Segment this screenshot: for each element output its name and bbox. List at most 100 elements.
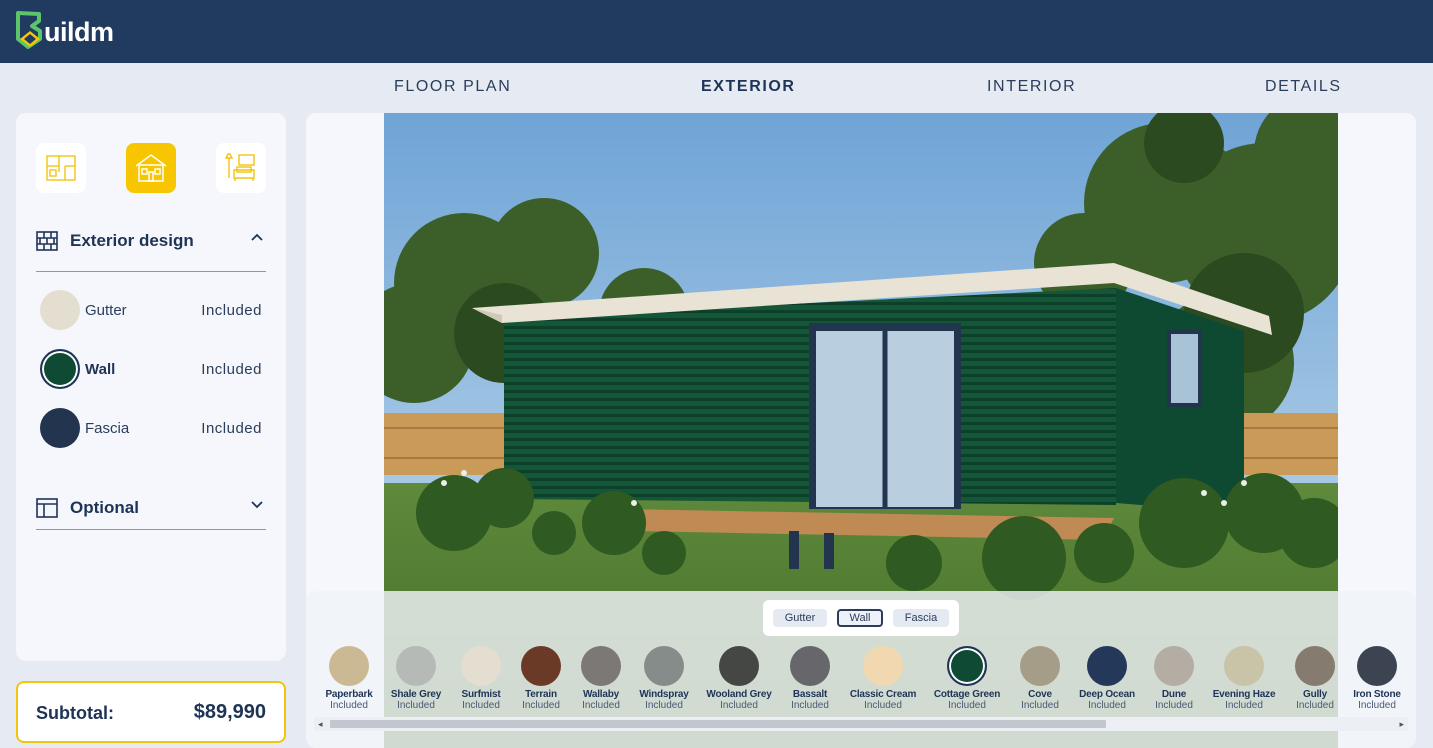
color-price: Included xyxy=(864,700,902,711)
option-label: Gutter xyxy=(85,301,127,319)
color-name: Iron Stone xyxy=(1353,689,1401,700)
color-price: Included xyxy=(1088,700,1126,711)
color-option[interactable]: Bassalt Included xyxy=(770,646,850,711)
option-price: Included xyxy=(201,301,262,319)
chevron-down-icon[interactable] xyxy=(250,499,264,509)
brand-logo[interactable]: uildm xyxy=(14,8,114,52)
color-price: Included xyxy=(1358,700,1396,711)
tab-details[interactable]: DETAILS xyxy=(1265,78,1342,96)
section-divider xyxy=(36,529,266,530)
color-dot xyxy=(461,646,501,686)
step-interior-button[interactable] xyxy=(216,143,266,193)
section-divider xyxy=(36,271,266,272)
part-pill-wall[interactable]: Wall xyxy=(837,609,883,627)
exterior-design-header[interactable]: Exterior design xyxy=(36,221,266,261)
wall-swatch xyxy=(40,349,80,389)
option-price: Included xyxy=(201,419,262,437)
color-name: Evening Haze xyxy=(1212,689,1276,700)
fascia-swatch xyxy=(40,408,80,448)
color-dot xyxy=(521,646,561,686)
color-dot xyxy=(581,646,621,686)
tab-floor-plan[interactable]: FLOOR PLAN xyxy=(394,78,511,96)
color-name: Dune xyxy=(1161,689,1187,700)
logo-mark-icon xyxy=(16,11,42,49)
color-dot xyxy=(1224,646,1264,686)
scrollbar-thumb[interactable] xyxy=(330,720,1106,728)
color-dot xyxy=(947,646,987,686)
color-option[interactable]: Dune Included xyxy=(1134,646,1214,711)
scroll-left-icon[interactable]: ◂ xyxy=(318,719,323,730)
color-option[interactable]: Evening Haze Included xyxy=(1204,646,1284,711)
color-price: Included xyxy=(462,700,500,711)
color-price: Included xyxy=(330,700,368,711)
optional-title: Optional xyxy=(70,498,139,517)
color-price: Included xyxy=(720,700,758,711)
color-name: Terrain xyxy=(525,689,557,700)
sidebar: Exterior design Gutter Included Wall Inc… xyxy=(16,113,286,661)
color-dot xyxy=(396,646,436,686)
part-pill-fascia[interactable]: Fascia xyxy=(893,609,949,627)
interior-living-icon xyxy=(224,153,255,181)
color-price: Included xyxy=(645,700,683,711)
top-header: uildm xyxy=(0,0,1433,63)
color-name: Cottage Green xyxy=(933,689,1001,700)
color-price: Included xyxy=(791,700,829,711)
color-price: Included xyxy=(397,700,435,711)
color-name: Paperbark xyxy=(325,689,373,700)
subtotal-box: Subtotal: $89,990 xyxy=(16,681,286,743)
color-dot xyxy=(1154,646,1194,686)
color-dot xyxy=(644,646,684,686)
part-pill-gutter[interactable]: Gutter xyxy=(773,609,827,627)
step-tabs: FLOOR PLAN EXTERIOR INTERIOR DETAILS xyxy=(0,78,1433,100)
color-name: Classic Cream xyxy=(849,689,917,700)
color-swatch-list: Paperbark Included Shale Grey Included Sur… xyxy=(306,646,1416,711)
color-option[interactable]: Wooland Grey Included xyxy=(699,646,779,711)
color-name: Cove xyxy=(1028,689,1052,700)
color-dot xyxy=(1020,646,1060,686)
tab-exterior[interactable]: EXTERIOR xyxy=(701,78,796,96)
color-price: Included xyxy=(522,700,560,711)
color-name: Wallaby xyxy=(582,689,620,700)
color-price: Included xyxy=(582,700,620,711)
option-row-wall[interactable]: Wall Included xyxy=(40,349,262,389)
color-price: Included xyxy=(1155,700,1193,711)
color-name: Deep Ocean xyxy=(1079,689,1135,700)
color-dot xyxy=(863,646,903,686)
color-dot xyxy=(1295,646,1335,686)
color-price: Included xyxy=(1296,700,1334,711)
brick-wall-icon xyxy=(36,231,58,251)
option-label: Fascia xyxy=(85,419,130,437)
part-switch: Gutter Wall Fascia xyxy=(763,600,959,636)
color-option-selected[interactable]: Cottage Green Included xyxy=(927,646,1007,711)
color-dot xyxy=(790,646,830,686)
tab-interior[interactable]: INTERIOR xyxy=(987,78,1076,96)
step-icon-group xyxy=(36,143,266,193)
option-price: Included xyxy=(201,360,262,378)
chevron-up-icon[interactable] xyxy=(250,232,264,242)
gutter-swatch xyxy=(40,290,80,330)
color-option[interactable]: Windspray Included xyxy=(624,646,704,711)
floor-plan-icon xyxy=(46,155,76,181)
preview-panel: Gutter Wall Fascia Paperbark Included Sha… xyxy=(306,113,1416,748)
option-row-gutter[interactable]: Gutter Included xyxy=(40,290,262,330)
option-label: Wall xyxy=(85,360,116,378)
color-price: Included xyxy=(1021,700,1059,711)
color-name: Shale Grey xyxy=(390,689,442,700)
color-name: Surfmist xyxy=(461,689,501,700)
color-name: Wooland Grey xyxy=(706,689,772,700)
color-option[interactable]: Iron Stone Included xyxy=(1337,646,1416,711)
scroll-right-icon[interactable]: ▸ xyxy=(1399,719,1404,730)
optional-header[interactable]: Optional xyxy=(36,488,266,528)
option-row-fascia[interactable]: Fascia Included xyxy=(40,408,262,448)
color-name: Bassalt xyxy=(792,689,828,700)
step-exterior-button[interactable] xyxy=(126,143,176,193)
brand-name: uildm xyxy=(44,16,114,47)
color-dot xyxy=(719,646,759,686)
color-dot xyxy=(329,646,369,686)
horizontal-scrollbar[interactable]: ◂ ▸ xyxy=(314,717,1408,731)
color-option[interactable]: Classic Cream Included xyxy=(843,646,923,711)
layout-icon xyxy=(36,498,58,518)
color-dot xyxy=(1357,646,1397,686)
step-floor-plan-button[interactable] xyxy=(36,143,86,193)
exterior-design-title: Exterior design xyxy=(70,231,194,250)
